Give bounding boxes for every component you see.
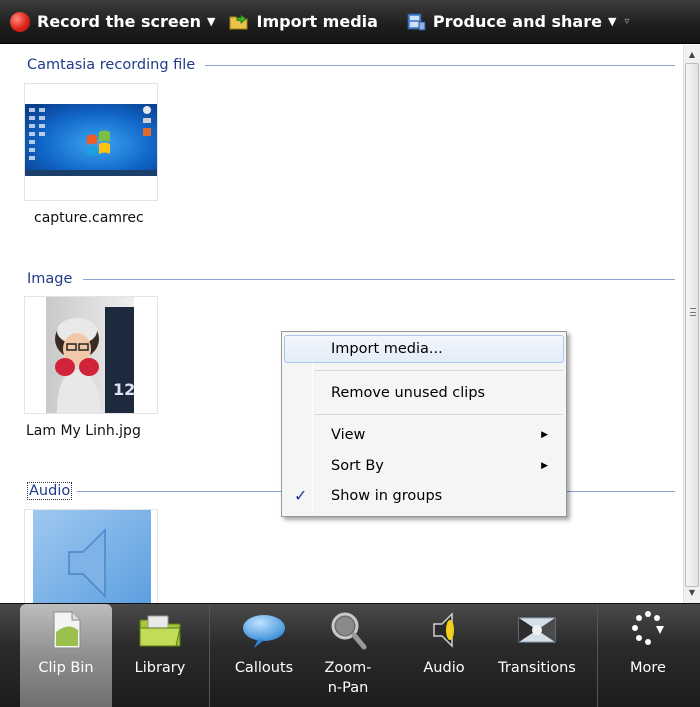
record-screen-button[interactable]: Record the screen ▼ — [10, 0, 215, 43]
group-title-recording: Camtasia recording file — [27, 57, 196, 73]
tab-label: Clip Bin — [38, 660, 94, 676]
tab-label: Library — [134, 660, 186, 676]
menu-item-label: View — [331, 427, 366, 443]
record-dropdown-icon[interactable]: ▼ — [207, 15, 215, 28]
tab-label: More — [630, 660, 666, 676]
menu-item-remove-unused[interactable]: Remove unused clips — [284, 379, 564, 407]
produce-share-button[interactable]: Produce and share ▼ ▿ — [406, 0, 629, 43]
group-title-image: Image — [27, 271, 73, 287]
tab-divider — [209, 604, 210, 707]
speech-bubble-icon — [243, 615, 285, 648]
transitions-icon — [518, 617, 556, 643]
produce-share-label: Produce and share — [432, 12, 602, 31]
tab-transitions[interactable]: Transitions — [487, 604, 587, 707]
menu-item-sort-by[interactable]: Sort By ▶ — [284, 452, 564, 480]
import-media-label: Import media — [256, 12, 378, 31]
menu-item-show-in-groups[interactable]: ✓ Show in groups — [284, 482, 564, 510]
vertical-scrollbar[interactable]: ▲ ▼ — [683, 45, 700, 603]
clip-bin-icon — [53, 611, 81, 649]
tab-divider — [597, 604, 598, 707]
more-dots-icon — [632, 611, 664, 645]
speaker-thumbnail — [33, 510, 151, 603]
submenu-arrow-icon: ▶ — [541, 430, 548, 440]
group-header-audio: Audio — [27, 481, 675, 501]
clip-name-recording: capture.camrec — [34, 210, 144, 226]
top-toolbar: Record the screen ▼ Import media Produce… — [0, 0, 700, 44]
produce-dropdown-icon[interactable]: ▼ — [608, 15, 616, 28]
menu-item-label: Remove unused clips — [331, 385, 486, 401]
toolbar-overflow-icon[interactable]: ▿ — [624, 16, 629, 27]
speaker-icon — [433, 612, 454, 648]
menu-separator — [315, 414, 563, 415]
tab-label: Zoom-n-Pan — [324, 660, 372, 696]
tab-more[interactable]: More — [610, 604, 686, 707]
menu-item-view[interactable]: View ▶ — [284, 421, 564, 449]
tab-callouts[interactable]: Callouts — [218, 604, 310, 707]
scroll-thumb[interactable] — [685, 63, 699, 587]
group-title-audio[interactable]: Audio — [27, 482, 73, 500]
tab-label: Audio — [423, 660, 465, 676]
menu-separator — [315, 370, 563, 371]
library-folder-icon — [139, 615, 181, 647]
svg-text:12: 12 — [113, 380, 135, 399]
menu-item-import-media[interactable]: Import media... — [284, 335, 564, 363]
context-menu: Import media... Remove unused clips View… — [281, 331, 567, 517]
tab-audio[interactable]: Audio — [412, 604, 476, 707]
tab-label: Callouts — [234, 660, 294, 676]
menu-item-label: Sort By — [331, 458, 384, 474]
tab-clip-bin[interactable]: Clip Bin — [20, 604, 112, 707]
clip-thumbnail-recording[interactable] — [24, 83, 158, 201]
menu-item-label: Import media... — [331, 341, 443, 357]
clip-thumbnail-audio[interactable] — [24, 509, 158, 603]
scroll-down-icon[interactable]: ▼ — [684, 585, 700, 601]
clip-thumbnail-image[interactable]: 12 — [24, 296, 158, 414]
tab-library[interactable]: Library — [112, 604, 208, 707]
record-screen-label: Record the screen — [37, 12, 202, 31]
group-divider — [205, 65, 675, 66]
bottom-tab-bar: Clip Bin Library Callouts Zoom-n-Pan Aud… — [0, 603, 700, 707]
scroll-grip-icon — [690, 308, 696, 316]
import-folder-icon — [229, 13, 248, 29]
record-icon — [10, 11, 30, 32]
tab-label: Transitions — [498, 660, 576, 676]
clip-name-image: Lam My Linh.jpg — [26, 423, 141, 439]
clip-bin-panel[interactable]: Camtasia recording file capture.camrec I… — [0, 45, 683, 603]
group-header-image: Image — [27, 269, 675, 289]
menu-item-label: Show in groups — [331, 488, 443, 504]
import-media-button[interactable]: Import media — [229, 0, 378, 43]
person-photo-thumbnail: 12 — [46, 297, 135, 413]
checkmark-icon: ✓ — [294, 486, 308, 505]
tab-zoom-n-pan[interactable]: Zoom-n-Pan — [310, 604, 386, 707]
magnifier-icon — [331, 612, 367, 650]
scroll-up-icon[interactable]: ▲ — [684, 47, 700, 63]
produce-film-icon — [407, 13, 426, 30]
group-header-recording: Camtasia recording file — [27, 55, 675, 75]
windows-desktop-thumbnail — [25, 104, 157, 176]
submenu-arrow-icon: ▶ — [541, 461, 548, 471]
group-divider — [83, 279, 675, 280]
